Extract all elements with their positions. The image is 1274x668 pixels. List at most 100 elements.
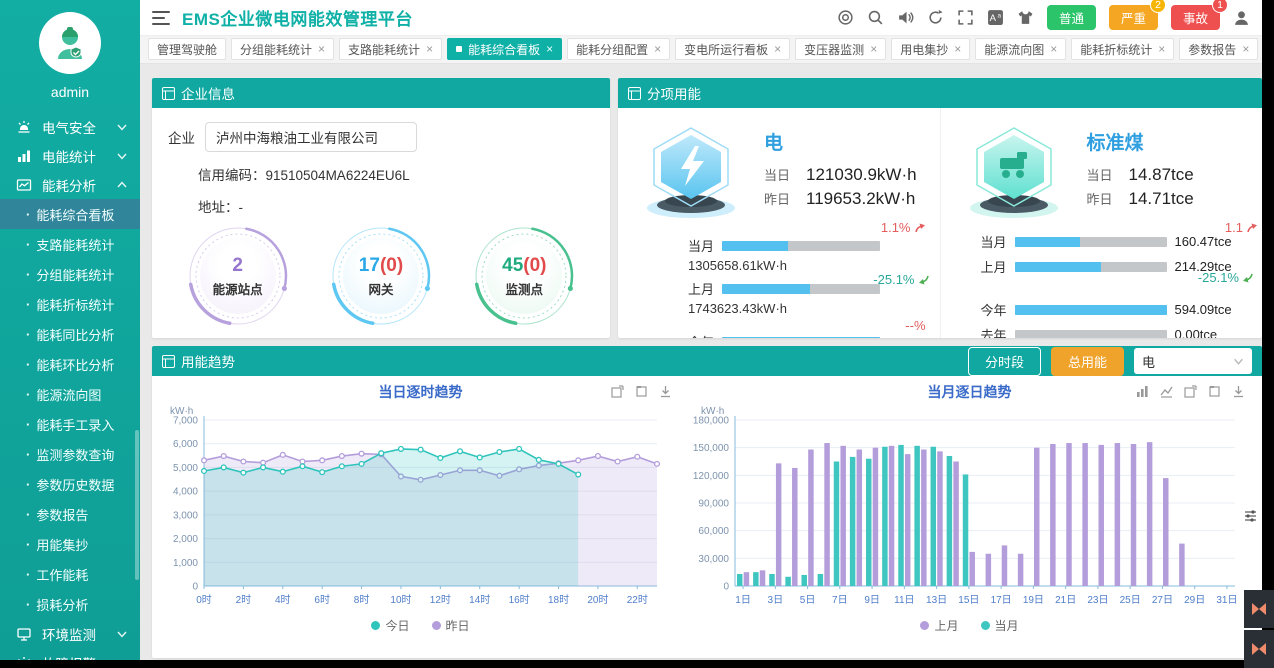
search-icon[interactable] bbox=[867, 9, 884, 26]
tab-变电所运行看板[interactable]: 变电所运行看板× bbox=[675, 38, 790, 60]
tab-label: 分组能耗统计 bbox=[240, 41, 312, 58]
zoom-box-icon[interactable] bbox=[1183, 384, 1198, 399]
tab-close-icon[interactable]: × bbox=[1158, 42, 1165, 56]
sidebar-item-故障报警[interactable]: 故障报警 bbox=[0, 648, 140, 660]
restore-icon[interactable] bbox=[634, 384, 649, 399]
sidebar-subitem-能耗综合看板[interactable]: ·能耗综合看板 bbox=[0, 199, 140, 229]
status-badge-accident[interactable]: 事故1 bbox=[1171, 5, 1220, 30]
svg-text:120,000: 120,000 bbox=[693, 471, 730, 482]
user-icon[interactable] bbox=[1233, 9, 1250, 26]
bullet: · bbox=[26, 357, 30, 372]
address-value: - bbox=[239, 200, 244, 215]
sidebar-scrollbar[interactable] bbox=[135, 430, 139, 580]
tab-close-icon[interactable]: × bbox=[546, 42, 553, 56]
company-select[interactable]: 泸州中海粮油工业有限公司 bbox=[205, 122, 417, 152]
sidebar-subitem-参数历史数据[interactable]: ·参数历史数据 bbox=[0, 469, 140, 499]
refresh-icon[interactable] bbox=[927, 9, 944, 26]
panel-icon bbox=[162, 87, 175, 100]
legend-item-昨日[interactable]: 昨日 bbox=[432, 617, 470, 634]
trend-panel-title: 用能趋势 bbox=[181, 351, 235, 371]
svg-text:2,000: 2,000 bbox=[173, 534, 198, 545]
legend-label: 当月 bbox=[995, 617, 1019, 634]
tab-用电集抄[interactable]: 用电集抄× bbox=[891, 38, 970, 60]
status-badge-severe[interactable]: 严重2 bbox=[1109, 5, 1158, 30]
coal-today-value: 14.87tce bbox=[1129, 165, 1194, 185]
legend-item-今日[interactable]: 今日 bbox=[371, 617, 409, 634]
legend-item-当月[interactable]: 当月 bbox=[981, 617, 1019, 634]
sidebar-subitem-能耗同比分析[interactable]: ·能耗同比分析 bbox=[0, 319, 140, 349]
sidebar-subitem-用能集抄[interactable]: ·用能集抄 bbox=[0, 529, 140, 559]
tab-label: 能耗分组配置 bbox=[576, 41, 648, 58]
sidebar-subitem-label: 能耗综合看板 bbox=[36, 205, 114, 224]
tab-close-icon[interactable]: × bbox=[654, 42, 661, 56]
edge-collapse-button[interactable] bbox=[1244, 590, 1274, 628]
period-button[interactable]: 分时段 bbox=[968, 347, 1041, 376]
app-title: EMS企业微电网能效管理平台 bbox=[182, 5, 413, 30]
fullscreen-icon[interactable] bbox=[957, 9, 974, 26]
target-icon[interactable] bbox=[837, 9, 854, 26]
sidebar-subitem-损耗分析[interactable]: ·损耗分析 bbox=[0, 589, 140, 619]
legend-item-上月[interactable]: 上月 bbox=[920, 617, 958, 634]
sidebar-subitem-能源流向图[interactable]: ·能源流向图 bbox=[0, 379, 140, 409]
svg-text:0时: 0时 bbox=[196, 594, 212, 606]
tab-能耗综合看板[interactable]: 能耗综合看板× bbox=[447, 38, 562, 60]
sidebar-subitem-参数报告[interactable]: ·参数报告 bbox=[0, 499, 140, 529]
line-chart-icon[interactable] bbox=[1159, 384, 1174, 399]
sidebar-subitem-能耗折标统计[interactable]: ·能耗折标统计 bbox=[0, 289, 140, 319]
tab-close-icon[interactable]: × bbox=[954, 42, 961, 56]
tab-能耗分组配置[interactable]: 能耗分组配置 × bbox=[567, 38, 670, 60]
bar-chart-icon[interactable] bbox=[1135, 384, 1150, 399]
coal-month-bar bbox=[1015, 237, 1080, 247]
electric-lastmonth-value: 1743623.43kW·h bbox=[688, 301, 880, 316]
tab-close-icon[interactable]: × bbox=[774, 42, 781, 56]
sidebar-subitem-监测参数查询[interactable]: ·监测参数查询 bbox=[0, 439, 140, 469]
sidebar-subitem-支路能耗统计[interactable]: ·支路能耗统计 bbox=[0, 229, 140, 259]
avatar[interactable] bbox=[39, 12, 101, 74]
tab-label: 支路能耗统计 bbox=[348, 41, 420, 58]
svg-text:90,000: 90,000 bbox=[698, 499, 729, 510]
energy-panel-header: 分项用能 bbox=[618, 78, 1262, 108]
download-icon[interactable] bbox=[658, 384, 673, 399]
bullet: · bbox=[26, 537, 30, 552]
tab-close-icon[interactable]: × bbox=[318, 42, 325, 56]
tab-close-icon[interactable]: × bbox=[426, 42, 433, 56]
coal-yesterday-value: 14.71tce bbox=[1129, 189, 1194, 209]
total-energy-button[interactable]: 总用能 bbox=[1051, 347, 1124, 376]
tab-能耗折标统计[interactable]: 能耗折标统计× bbox=[1071, 38, 1174, 60]
svg-text:0: 0 bbox=[723, 582, 729, 593]
font-size-icon[interactable]: Aa bbox=[987, 9, 1004, 26]
sidebar-subitem-能耗环比分析[interactable]: ·能耗环比分析 bbox=[0, 349, 140, 379]
theme-icon[interactable] bbox=[1017, 9, 1034, 26]
coal-lastmonth-bar bbox=[1015, 262, 1102, 272]
bullet: · bbox=[26, 567, 30, 582]
datazoom-settings-icon[interactable] bbox=[1243, 508, 1258, 523]
menu-toggle-icon[interactable] bbox=[152, 11, 170, 25]
tab-close-icon[interactable]: × bbox=[870, 42, 877, 56]
svg-text:3,000: 3,000 bbox=[173, 510, 198, 521]
tab-变压器监测[interactable]: 变压器监测× bbox=[795, 38, 886, 60]
sidebar-item-环境监测[interactable]: 环境监测 bbox=[0, 619, 140, 648]
tab-管理驾驶舱[interactable]: 管理驾驶舱 bbox=[148, 38, 226, 60]
tab-支路能耗统计[interactable]: 支路能耗统计 × bbox=[339, 38, 442, 60]
tab-分组能耗统计[interactable]: 分组能耗统计 × bbox=[231, 38, 334, 60]
restore-icon[interactable] bbox=[1207, 384, 1222, 399]
sidebar-item-电气安全[interactable]: 电气安全 bbox=[0, 112, 140, 141]
sidebar-subitem-能耗手工录入[interactable]: ·能耗手工录入 bbox=[0, 409, 140, 439]
sidebar-item-电能统计[interactable]: 电能统计 bbox=[0, 141, 140, 170]
coal-month-delta: -25.1% bbox=[1198, 270, 1254, 285]
svg-text:17日: 17日 bbox=[991, 595, 1012, 606]
sound-icon[interactable] bbox=[897, 9, 914, 26]
tab-参数报告[interactable]: 参数报告× bbox=[1179, 38, 1258, 60]
status-badge-normal[interactable]: 普通 bbox=[1047, 5, 1096, 30]
tab-close-icon[interactable]: × bbox=[1050, 42, 1057, 56]
tab-close-icon[interactable]: × bbox=[1242, 42, 1249, 56]
energy-type-select[interactable]: 电 bbox=[1134, 348, 1252, 374]
download-icon[interactable] bbox=[1231, 384, 1246, 399]
sidebar-item-能耗分析[interactable]: 能耗分析 bbox=[0, 170, 140, 199]
zoom-box-icon[interactable] bbox=[610, 384, 625, 399]
content: 企业信息 企业 泸州中海粮油工业有限公司 信用编码：91510504MA6224… bbox=[140, 64, 1262, 660]
sidebar-subitem-分组能耗统计[interactable]: ·分组能耗统计 bbox=[0, 259, 140, 289]
tab-能源流向图[interactable]: 能源流向图× bbox=[975, 38, 1066, 60]
sidebar-subitem-工作能耗[interactable]: ·工作能耗 bbox=[0, 559, 140, 589]
edge-collapse-button-2[interactable] bbox=[1244, 630, 1274, 668]
